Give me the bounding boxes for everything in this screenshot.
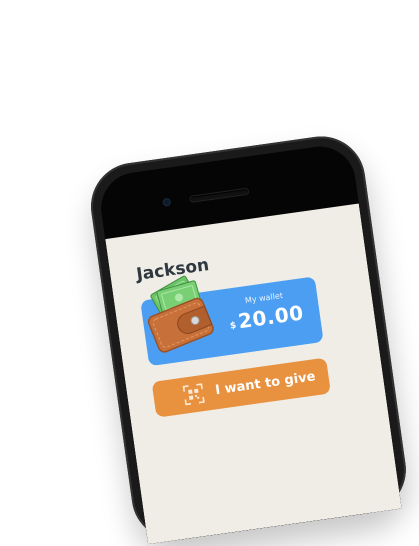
wallet-with-cash-icon bbox=[147, 275, 214, 353]
app-screen: Jackson My wallet $20.00 I want to give bbox=[105, 203, 402, 545]
wallet-balance: $20.00 bbox=[228, 300, 305, 334]
wallet-amount: 20.00 bbox=[236, 300, 306, 334]
front-camera-icon bbox=[162, 197, 172, 207]
phone-mockup: Jackson My wallet $20.00 I want to give bbox=[85, 130, 412, 546]
phone-screen: Jackson My wallet $20.00 I want to give bbox=[96, 142, 402, 545]
give-button-label: I want to give bbox=[214, 369, 317, 399]
earpiece-speaker bbox=[190, 188, 249, 202]
wallet-currency: $ bbox=[229, 320, 238, 332]
qr-code-scan-icon bbox=[182, 383, 205, 406]
give-button[interactable]: I want to give bbox=[151, 357, 331, 418]
